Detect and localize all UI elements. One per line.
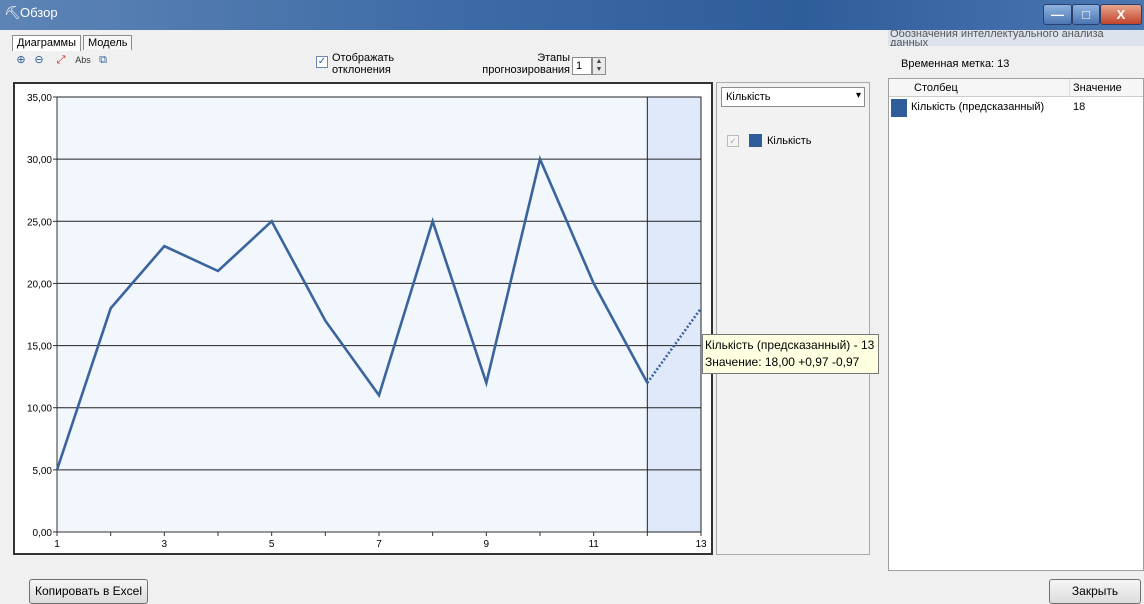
table-cell-column: Кількість (предсказанный)	[911, 101, 1045, 113]
y-tick-label: 5,00	[33, 466, 53, 477]
prediction-steps-label: Этапы прогнозирования	[482, 52, 570, 76]
tooltip-value: Значение: 18,00 +0,97 -0,97	[705, 355, 860, 369]
mining-legend-title: Обозначения интеллектуального анализа да…	[888, 30, 1144, 46]
maximize-button[interactable]: □	[1072, 4, 1100, 25]
y-tick-label: 25,00	[27, 217, 52, 228]
prediction-steps-input[interactable]: 1	[572, 57, 592, 75]
x-tick-label: 9	[484, 539, 490, 550]
show-deviations-checkbox[interactable]: ✓	[316, 56, 328, 68]
x-tick-label: 3	[162, 539, 168, 550]
tab-model[interactable]: Модель	[83, 35, 133, 50]
timestamp-label: Временная метка: 13	[901, 58, 1010, 70]
mining-legend-table: Столбец Значение Кількість (предсказанны…	[888, 78, 1144, 571]
copy-to-excel-button[interactable]: Копировать в Excel	[29, 579, 148, 604]
row-color-swatch	[891, 99, 907, 117]
spin-up-icon[interactable]: ▲	[593, 58, 605, 66]
x-tick-label: 5	[269, 539, 275, 550]
chevron-down-icon[interactable]: ▾	[856, 90, 861, 101]
table-cell-value: 18	[1073, 101, 1086, 113]
series-visible-checkbox[interactable]: ✓	[727, 135, 739, 147]
column-header-column[interactable]: Столбец	[889, 79, 1069, 97]
spin-down-icon[interactable]: ▼	[593, 66, 605, 74]
close-window-button[interactable]: X	[1100, 4, 1142, 25]
show-deviations-label: Отображать отклонения	[332, 52, 395, 76]
line-chart[interactable]: 0,00 5,00 10,00 15,00 20,00 25,00 30,00 35,00 1…	[15, 84, 711, 553]
x-tick-label: 7	[376, 539, 382, 550]
app-icon: ⛏	[4, 5, 21, 20]
copy-icon[interactable]: ⧉	[96, 53, 110, 67]
series-select-value: Кількість	[726, 91, 771, 103]
legend-swatch	[749, 134, 762, 147]
legend-panel: Кількість ▾ ✓ Кількість	[716, 82, 870, 555]
tooltip-title: Кількість (предсказанный) - 13	[705, 338, 875, 352]
window-title: Обзор	[20, 5, 58, 20]
zoom-out-icon[interactable]: ⊖	[32, 53, 46, 67]
legend-item-label: Кількість	[767, 135, 812, 147]
abc-icon[interactable]: Abs	[72, 53, 94, 67]
zoom-in-icon[interactable]: ⊕	[14, 53, 28, 67]
x-tick-label: 11	[588, 539, 599, 550]
title-bar: ⛏ Обзор — □ X	[0, 0, 1144, 30]
tab-diagrams[interactable]: Диаграммы	[12, 35, 81, 51]
x-tick-label: 1	[54, 539, 60, 550]
fit-to-window-icon[interactable]: ⤢	[54, 53, 68, 67]
y-tick-label: 20,00	[27, 279, 52, 290]
y-tick-label: 10,00	[27, 404, 52, 415]
y-tick-label: 30,00	[27, 155, 52, 166]
close-button[interactable]: Закрыть	[1049, 579, 1141, 604]
plot-background	[56, 96, 702, 533]
prediction-steps-spinner[interactable]: ▲ ▼	[592, 57, 606, 75]
y-tick-label: 0,00	[33, 528, 53, 539]
y-tick-label: 35,00	[27, 93, 52, 104]
minimize-button[interactable]: —	[1043, 4, 1072, 25]
forecast-region	[646, 96, 702, 533]
chart-tooltip: Кількість (предсказанный) - 13 Значение:…	[702, 334, 879, 374]
series-select[interactable]: Кількість ▾	[721, 87, 865, 107]
x-tick-label: 13	[695, 539, 707, 550]
y-tick-label: 15,00	[27, 342, 52, 353]
chart-area[interactable]: 0,00 5,00 10,00 15,00 20,00 25,00 30,00 35,00 1…	[13, 82, 713, 555]
column-header-value[interactable]: Значение	[1069, 79, 1143, 97]
